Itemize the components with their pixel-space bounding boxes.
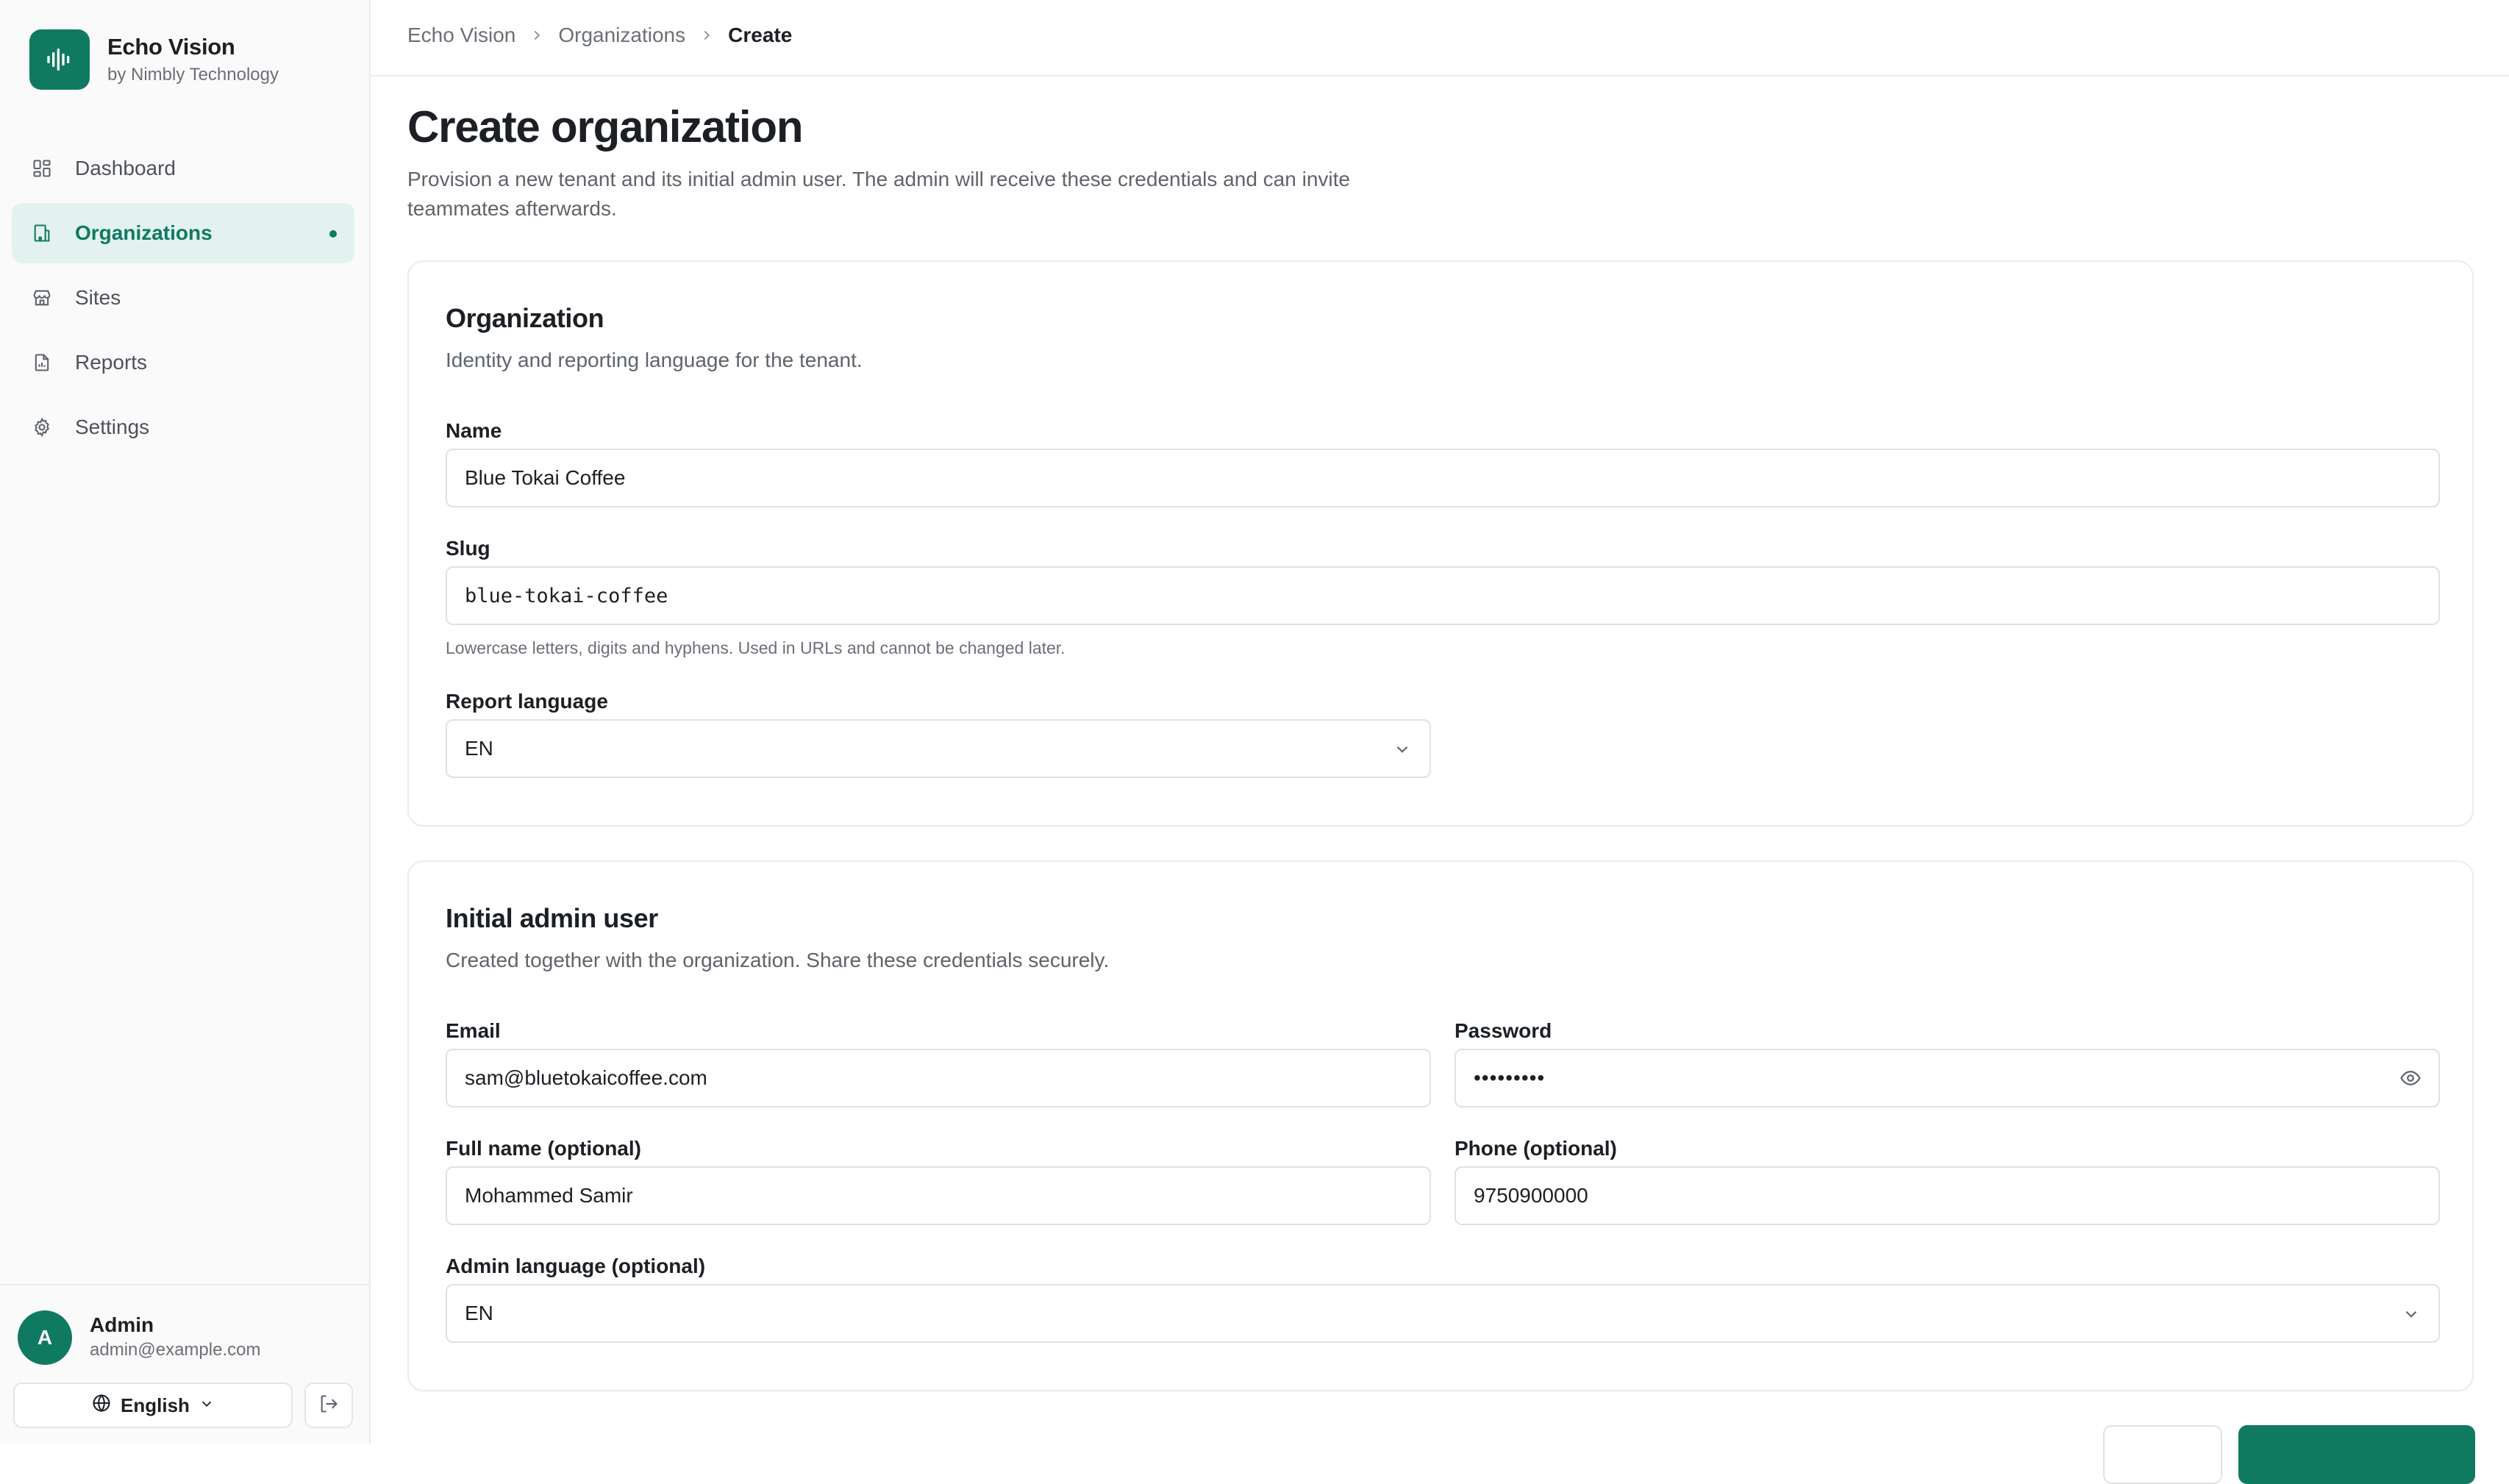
- brand-text: Echo Vision by Nimbly Technology: [107, 34, 279, 85]
- user-block: A Admin admin@example.com English: [0, 1284, 369, 1446]
- organization-card-description: Identity and reporting language for the …: [446, 349, 863, 371]
- avatar[interactable]: A: [18, 1310, 72, 1365]
- password-value: •••••••••: [1474, 1066, 1546, 1089]
- chevron-down-icon: [1393, 740, 1412, 764]
- email-label: Email: [446, 1019, 501, 1042]
- user-email: admin@example.com: [90, 1340, 261, 1360]
- admin-language-label: Admin language (optional): [446, 1255, 706, 1277]
- language-label: English: [121, 1394, 190, 1416]
- brand-title: Echo Vision: [107, 34, 235, 60]
- brand-subtitle: by Nimbly Technology: [107, 65, 279, 85]
- sidebar-item-dashboard[interactable]: Dashboard: [12, 138, 354, 199]
- sidebar-item-label: Organizations: [75, 221, 213, 244]
- globe-icon: [91, 1393, 112, 1419]
- phone-field[interactable]: [1455, 1166, 2440, 1225]
- logout-button[interactable]: [304, 1383, 353, 1428]
- admin-card-description: Created together with the organization. …: [446, 949, 1110, 971]
- report-language-value: EN: [465, 737, 493, 760]
- admin-language-select[interactable]: EN: [446, 1284, 2440, 1343]
- app-root: Echo Vision by Nimbly Technology Dashboa…: [0, 0, 2509, 1484]
- breadcrumb-current: Create: [728, 24, 793, 46]
- sidebar-item-label: Settings: [75, 415, 150, 438]
- page-description: Provision a new tenant and its initial a…: [407, 168, 1350, 220]
- page-title: Create organization: [407, 102, 804, 151]
- breadcrumb-item-organizations[interactable]: Organizations: [558, 24, 685, 47]
- admin-language-value: EN: [465, 1302, 493, 1324]
- organization-card: Organization Identity and reporting lang…: [407, 260, 2474, 827]
- brand[interactable]: Echo Vision by Nimbly Technology: [29, 29, 279, 90]
- organization-card-title: Organization: [446, 303, 604, 333]
- chevron-right-icon: [699, 27, 715, 43]
- sidebar-item-label: Reports: [75, 351, 148, 374]
- phone-label: Phone (optional): [1455, 1137, 1617, 1160]
- create-organization-button[interactable]: [2238, 1425, 2475, 1484]
- sidebar-item-sites[interactable]: Sites: [12, 268, 354, 328]
- sidebar-item-label: Sites: [75, 286, 121, 309]
- file-chart-icon: [31, 352, 53, 374]
- sidebar: Echo Vision by Nimbly Technology Dashboa…: [0, 0, 371, 1444]
- cancel-button[interactable]: [2103, 1425, 2222, 1484]
- password-field[interactable]: •••••••••: [1455, 1049, 2440, 1107]
- chevron-down-icon: [2402, 1305, 2421, 1329]
- name-label: Name: [446, 419, 502, 442]
- full-name-label: Full name (optional): [446, 1137, 641, 1160]
- user-name: Admin: [90, 1313, 154, 1336]
- name-input[interactable]: [446, 449, 2440, 507]
- sidebar-item-settings[interactable]: Settings: [12, 397, 354, 457]
- main-content: Echo Vision Organizations Create Create …: [371, 0, 2509, 1484]
- breadcrumb-item-echo-vision[interactable]: Echo Vision: [407, 24, 515, 47]
- password-label: Password: [1455, 1019, 1552, 1042]
- building-icon: [31, 222, 53, 244]
- report-language-label: Report language: [446, 690, 608, 713]
- language-switcher-button[interactable]: English: [13, 1383, 293, 1428]
- sidebar-item-label: Dashboard: [75, 157, 176, 179]
- layout-grid-icon: [31, 157, 53, 179]
- top-bar: Echo Vision Organizations Create: [371, 0, 2509, 76]
- audio-waveform-icon: [29, 29, 90, 90]
- slug-label: Slug: [446, 537, 490, 560]
- slug-hint: Lowercase letters, digits and hyphens. U…: [446, 638, 1066, 657]
- gear-icon: [31, 416, 53, 438]
- email-field[interactable]: [446, 1049, 1431, 1107]
- sidebar-nav: Dashboard Organizations Sites Reports Se…: [12, 138, 354, 462]
- store-icon: [31, 287, 53, 309]
- slug-input[interactable]: [446, 566, 2440, 625]
- chevron-down-icon: [199, 1394, 215, 1417]
- logout-icon: [318, 1394, 339, 1418]
- sidebar-item-reports[interactable]: Reports: [12, 332, 354, 393]
- full-name-field[interactable]: [446, 1166, 1431, 1225]
- admin-user-card: Initial admin user Created together with…: [407, 860, 2474, 1391]
- breadcrumb: Echo Vision Organizations Create: [407, 24, 792, 47]
- sidebar-item-organizations[interactable]: Organizations: [12, 203, 354, 263]
- active-indicator-dot: [329, 230, 337, 238]
- chevron-right-icon: [529, 27, 545, 43]
- show-password-eye-icon[interactable]: [2397, 1065, 2424, 1091]
- report-language-select[interactable]: EN: [446, 719, 1431, 778]
- admin-card-title: Initial admin user: [446, 903, 658, 933]
